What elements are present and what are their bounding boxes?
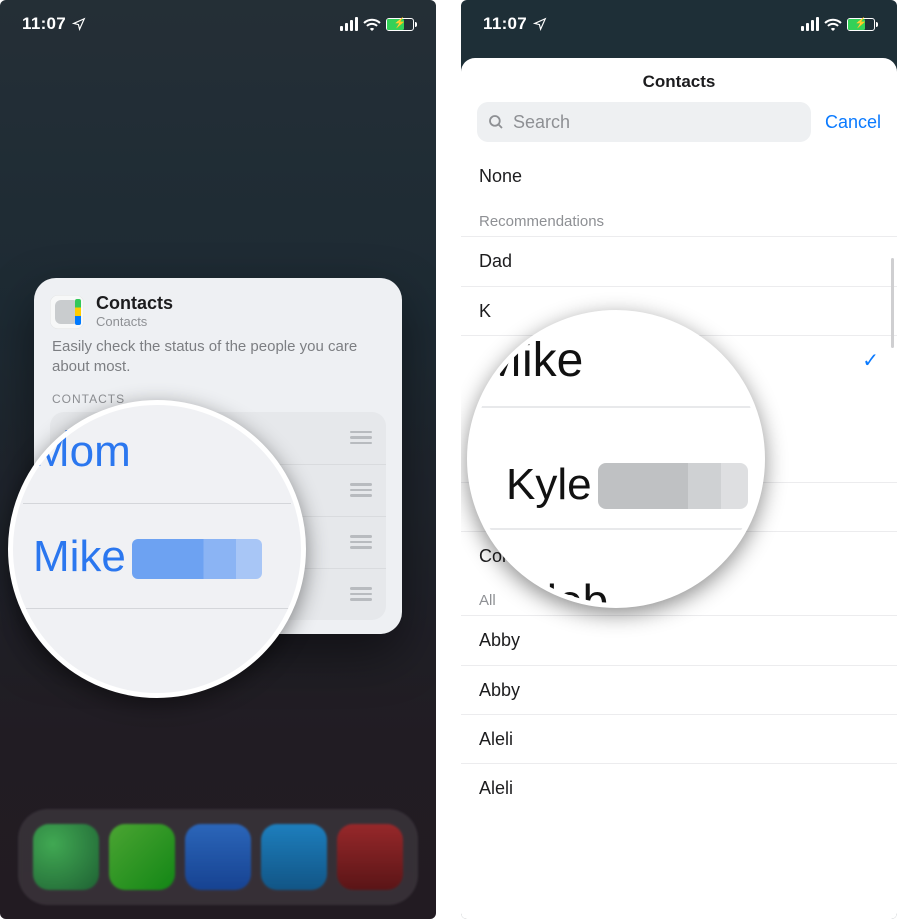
status-bar: 11:07 ⚡: [0, 0, 436, 48]
redaction: [598, 463, 748, 509]
list-item-none[interactable]: None: [461, 152, 897, 201]
reorder-grip-icon[interactable]: [350, 483, 372, 496]
list-item[interactable]: Aleli: [461, 763, 897, 812]
contacts-app-icon: [50, 295, 84, 329]
list-item-label: K: [479, 301, 491, 322]
list-item[interactable]: Aleli: [461, 714, 897, 763]
location-icon: [72, 17, 86, 31]
search-icon: [487, 113, 505, 131]
battery-icon: ⚡: [847, 18, 875, 31]
location-icon: [533, 17, 547, 31]
list-item-label: Aleli: [479, 729, 513, 750]
sheet-title: Contacts: [461, 58, 897, 102]
list-item[interactable]: Dad: [461, 237, 897, 286]
battery-icon: ⚡: [386, 18, 414, 31]
list-item-label: Abby: [479, 630, 520, 651]
wifi-icon: [824, 18, 842, 31]
magnifier: Mike Kyle Caleb: [467, 310, 765, 608]
cell-signal-icon: [801, 17, 819, 31]
search-input[interactable]: Search: [477, 102, 811, 142]
magnified-contact: Kyle: [506, 460, 592, 509]
cell-signal-icon: [340, 17, 358, 31]
list-item-label: Dad: [479, 251, 512, 272]
home-dock: [18, 809, 418, 905]
status-time: 11:07: [483, 14, 527, 34]
checkmark-icon: ✓: [862, 348, 879, 373]
redaction: [132, 539, 262, 579]
widget-description: Easily check the status of the people yo…: [52, 337, 384, 378]
widget-section-label: CONTACTS: [52, 392, 384, 406]
widget-title: Contacts: [96, 294, 173, 312]
status-bar: 11:07 ⚡: [461, 0, 897, 48]
search-placeholder: Search: [513, 112, 570, 133]
scroll-indicator: [891, 258, 894, 348]
widget-subtitle: Contacts: [96, 314, 173, 329]
section-header-recommendations: Recommendations: [461, 201, 897, 237]
magnified-contact: Mike: [33, 532, 126, 581]
magnifier: Mom Mike: [8, 400, 306, 698]
list-item-label: Abby: [479, 680, 520, 701]
list-item-label: Aleli: [479, 778, 513, 799]
list-item[interactable]: Abby: [461, 665, 897, 714]
reorder-grip-icon[interactable]: [350, 431, 372, 444]
reorder-grip-icon[interactable]: [350, 587, 372, 600]
list-item[interactable]: Abby: [461, 616, 897, 665]
status-time: 11:07: [22, 14, 66, 34]
wifi-icon: [363, 18, 381, 31]
cancel-button[interactable]: Cancel: [825, 112, 881, 133]
reorder-grip-icon[interactable]: [350, 535, 372, 548]
list-item-label: None: [479, 166, 522, 187]
